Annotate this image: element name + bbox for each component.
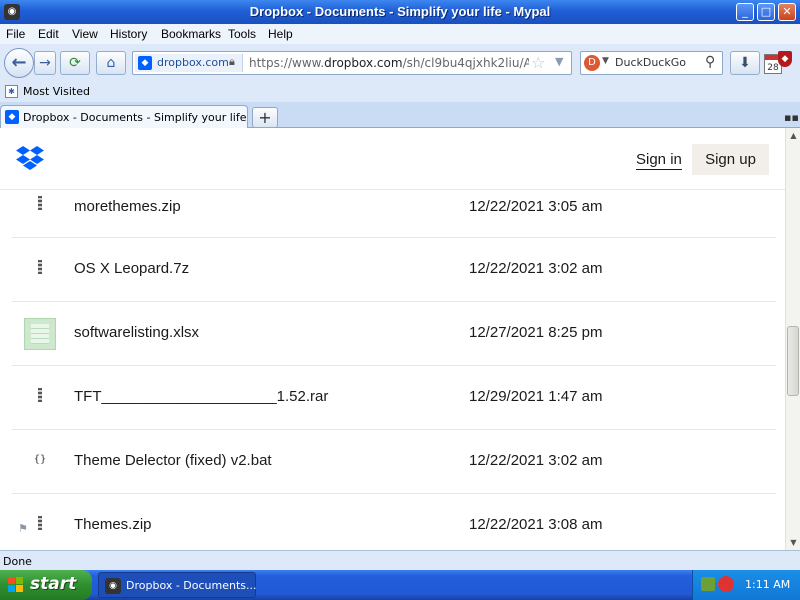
sign-up-button[interactable]: Sign up bbox=[692, 144, 769, 175]
zip-icon bbox=[24, 382, 56, 414]
file-date: 12/29/2021 1:47 am bbox=[469, 388, 603, 405]
taskbar-item-label: Dropbox - Documents... bbox=[126, 579, 257, 592]
close-button[interactable]: ✕ bbox=[778, 3, 796, 21]
url-prefix: https://www. bbox=[249, 56, 325, 70]
scroll-down-arrow-icon[interactable]: ▼ bbox=[786, 535, 800, 550]
reload-button[interactable]: ⟳ bbox=[60, 51, 90, 75]
file-name[interactable]: morethemes.zip bbox=[74, 198, 181, 215]
file-row[interactable]: OS X Leopard.7z 12/22/2021 3:02 am bbox=[12, 238, 776, 302]
file-date: 12/22/2021 3:02 am bbox=[469, 260, 603, 277]
dropbox-header: Sign in Sign up bbox=[0, 128, 785, 190]
site-identity-box[interactable]: ◆ dropbox.com 🔒︎ bbox=[135, 54, 243, 72]
new-tab-button[interactable]: + bbox=[252, 107, 278, 128]
home-icon: ⌂ bbox=[106, 55, 116, 71]
mypal-task-icon: ◉ bbox=[105, 578, 121, 594]
dropbox-favicon: ◆ bbox=[138, 56, 152, 70]
file-name[interactable]: OS X Leopard.7z bbox=[74, 260, 189, 277]
search-icon[interactable]: ⚲ bbox=[705, 54, 715, 70]
file-row[interactable]: TFT_____________________1.52.rar 12/29/2… bbox=[12, 366, 776, 430]
start-label: start bbox=[30, 574, 77, 594]
file-name[interactable]: Themes.zip bbox=[74, 516, 152, 533]
file-row[interactable]: ⚑ Themes.zip 12/22/2021 3:08 am bbox=[12, 494, 776, 550]
taskbar-item-dropbox[interactable]: ◉ Dropbox - Documents... bbox=[98, 572, 257, 598]
duckduckgo-icon[interactable]: D bbox=[584, 55, 600, 71]
navigation-toolbar: ← → ⟳ ⌂ ◆ dropbox.com 🔒︎ https://www.dro… bbox=[0, 44, 800, 82]
menu-bar: File Edit View History Bookmarks Tools H… bbox=[0, 24, 800, 44]
file-date: 12/22/2021 3:05 am bbox=[469, 198, 603, 215]
dropbox-tab-favicon: ◆ bbox=[5, 110, 19, 124]
url-dropdown-icon[interactable]: ▼ bbox=[555, 55, 563, 68]
plus-icon: + bbox=[258, 108, 272, 127]
window-title: Dropbox - Documents - Simplify your life… bbox=[249, 4, 551, 19]
downloads-button[interactable]: ⬇ bbox=[730, 51, 760, 75]
file-name[interactable]: Theme Delector (fixed) v2.bat bbox=[74, 452, 272, 469]
identity-domain: dropbox.com bbox=[157, 56, 229, 69]
maximize-button[interactable]: □ bbox=[757, 3, 775, 21]
menu-file[interactable]: File bbox=[6, 27, 25, 41]
url-bar[interactable]: ◆ dropbox.com 🔒︎ https://www.dropbox.com… bbox=[132, 51, 572, 75]
status-text: Done bbox=[3, 555, 32, 568]
forward-button[interactable]: → bbox=[34, 51, 56, 75]
security-icon[interactable] bbox=[718, 576, 734, 592]
back-arrow-icon: ← bbox=[11, 52, 27, 73]
menu-tools[interactable]: Tools bbox=[228, 27, 256, 41]
ublock-shield-icon: ◆ bbox=[778, 51, 792, 67]
tab-label: Dropbox - Documents - Simplify your life bbox=[23, 111, 247, 124]
menu-edit[interactable]: Edit bbox=[38, 27, 59, 41]
tab-strip: ◆ Dropbox - Documents - Simplify your li… bbox=[0, 102, 800, 129]
bookmarks-toolbar: ✱ Most Visited bbox=[0, 82, 800, 102]
web-page: Sign in Sign up morethemes.zip 12/22/202… bbox=[0, 128, 785, 550]
file-list: morethemes.zip 12/22/2021 3:05 am OS X L… bbox=[12, 190, 776, 550]
dropbox-logo-icon[interactable] bbox=[16, 146, 44, 170]
bookmark-most-visited[interactable]: Most Visited bbox=[23, 85, 90, 98]
back-button[interactable]: ← bbox=[4, 48, 34, 78]
search-placeholder: DuckDuckGo bbox=[615, 56, 686, 69]
scroll-up-arrow-icon[interactable]: ▲ bbox=[786, 128, 800, 143]
clock: 1:11 AM bbox=[745, 578, 791, 591]
download-arrow-icon: ⬇ bbox=[739, 55, 751, 71]
url-text[interactable]: https://www.dropbox.com/sh/cl9bu4qjxhk2l… bbox=[249, 56, 529, 70]
scrollbar-thumb[interactable] bbox=[787, 326, 799, 396]
file-name[interactable]: softwarelisting.xlsx bbox=[74, 324, 199, 341]
file-row[interactable]: softwarelisting.xlsx 12/27/2021 8:25 pm bbox=[12, 302, 776, 366]
status-bar: Done bbox=[0, 550, 800, 570]
search-bar[interactable]: D ▼ DuckDuckGo ⚲ bbox=[580, 51, 723, 75]
tab-dropbox[interactable]: ◆ Dropbox - Documents - Simplify your li… bbox=[0, 105, 248, 129]
url-host: dropbox.com bbox=[324, 56, 403, 70]
search-engine-dropdown-icon[interactable]: ▼ bbox=[602, 56, 609, 66]
file-date: 12/27/2021 8:25 pm bbox=[469, 324, 603, 341]
menu-history[interactable]: History bbox=[110, 27, 147, 41]
file-row[interactable]: {} Theme Delector (fixed) v2.bat 12/22/2… bbox=[12, 430, 776, 494]
reload-icon: ⟳ bbox=[69, 55, 81, 71]
file-name[interactable]: TFT_____________________1.52.rar bbox=[74, 388, 328, 405]
zip-icon bbox=[24, 190, 56, 222]
sign-in-link[interactable]: Sign in bbox=[636, 151, 682, 170]
start-button[interactable]: start bbox=[0, 570, 92, 600]
lock-icon: 🔒︎ bbox=[229, 55, 235, 68]
system-tray: 1:11 AM bbox=[692, 570, 800, 600]
addon-button[interactable]: 28 ◆ bbox=[764, 50, 794, 78]
menu-help[interactable]: Help bbox=[268, 27, 293, 41]
file-date: 12/22/2021 3:02 am bbox=[469, 452, 603, 469]
page-scrollbar[interactable]: ▲ ▼ bbox=[785, 128, 800, 550]
home-button[interactable]: ⌂ bbox=[96, 51, 126, 75]
zip-icon bbox=[24, 254, 56, 286]
script-icon: {} bbox=[33, 454, 47, 465]
bookmark-star-icon[interactable]: ☆ bbox=[531, 53, 545, 72]
spreadsheet-icon bbox=[24, 318, 56, 350]
most-visited-icon: ✱ bbox=[5, 85, 18, 98]
windows-logo-icon bbox=[8, 577, 23, 592]
minimize-button[interactable]: _ bbox=[736, 3, 754, 21]
url-path: /sh/cl9bu4qjxhk2liu/AAAem5vM bbox=[402, 56, 529, 70]
menu-bookmarks[interactable]: Bookmarks bbox=[161, 27, 221, 41]
forward-arrow-icon: → bbox=[39, 55, 51, 71]
file-date: 12/22/2021 3:08 am bbox=[469, 516, 603, 533]
windows-taskbar: start ◉ Dropbox - Documents... 1:11 AM bbox=[0, 570, 800, 600]
menu-view[interactable]: View bbox=[72, 27, 98, 41]
file-row[interactable]: morethemes.zip 12/22/2021 3:05 am bbox=[12, 190, 776, 238]
tab-list-icon[interactable]: ▪▪ bbox=[784, 111, 799, 124]
zip-icon bbox=[24, 510, 56, 542]
window-titlebar[interactable]: ◉ Dropbox - Documents - Simplify your li… bbox=[0, 0, 800, 24]
network-icon[interactable] bbox=[701, 577, 715, 591]
